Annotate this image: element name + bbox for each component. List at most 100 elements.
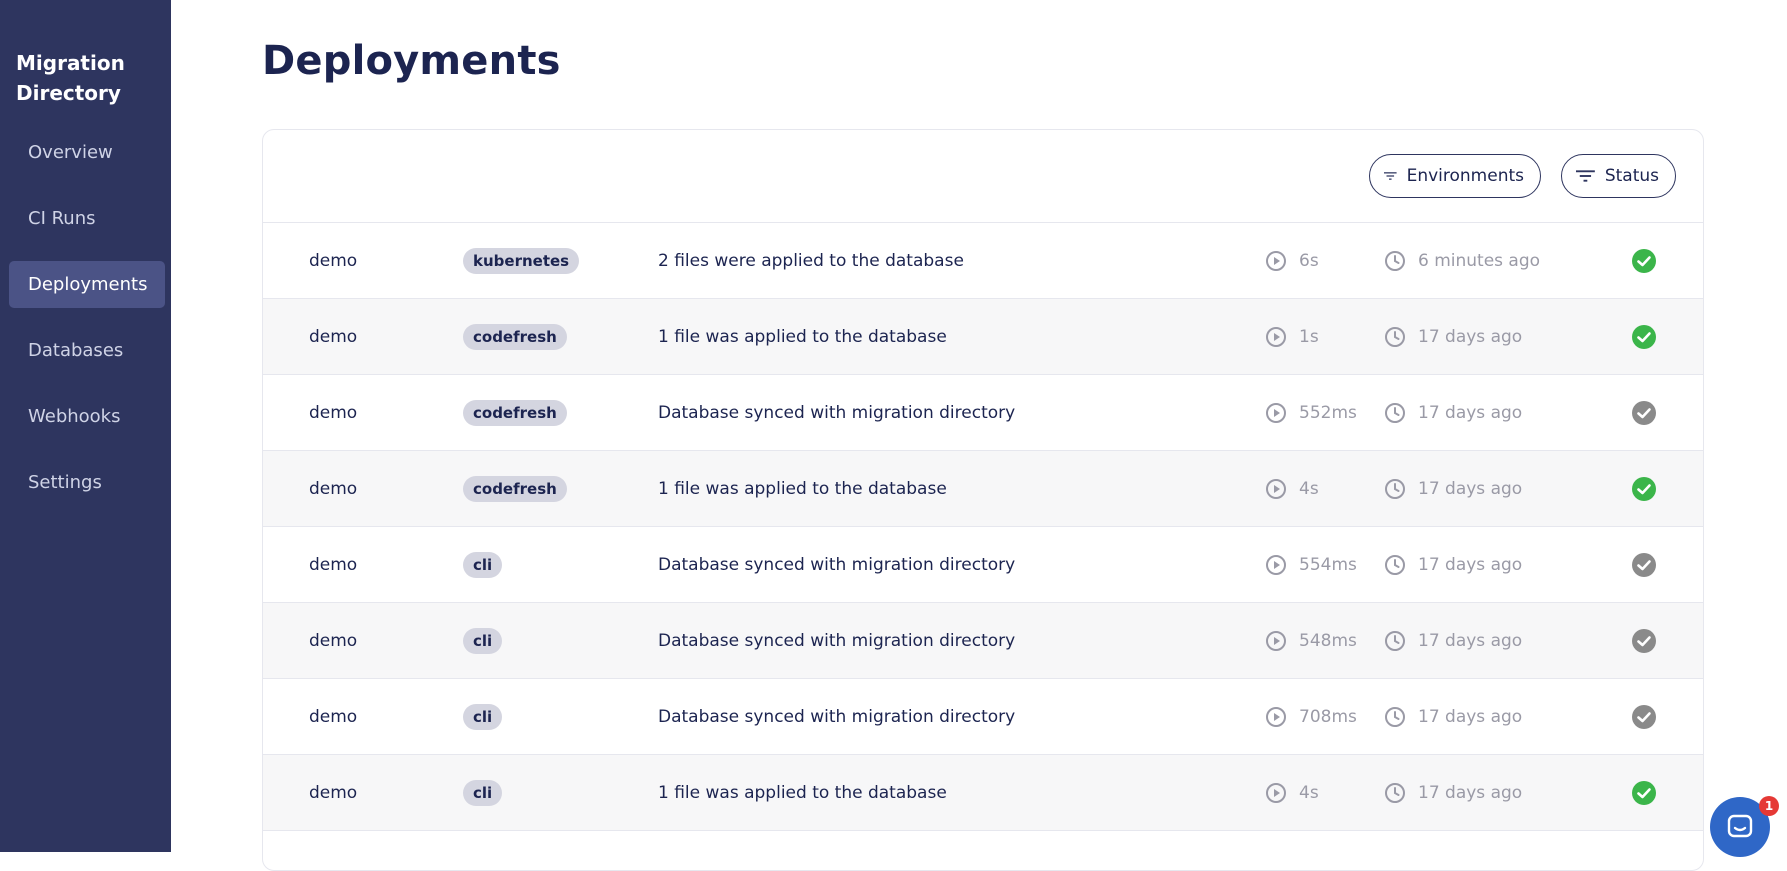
page-title: Deployments [262,38,561,84]
sidebar-item-databases[interactable]: Databases [9,327,165,374]
duration-value: 4s [1299,478,1319,499]
table-row[interactable]: demo cli Database synced with migration di… [263,679,1703,755]
time-value: 17 days ago [1418,782,1523,803]
table-row[interactable]: demo cli 1 file was applied to the databas… [263,755,1703,831]
duration-value: 6s [1299,250,1319,271]
brand-line-2: Directory [16,81,121,105]
play-circle-icon [1266,782,1286,803]
play-circle-icon [1266,402,1286,423]
deployment-description: Database synced with migration directory [658,630,1016,651]
time-cell: 17 days ago [1384,299,1522,374]
clock-icon [1385,782,1405,803]
play-circle-icon [1266,706,1286,727]
deployment-description: Database synced with migration directory [658,706,1016,727]
tag-cell: codefresh [463,299,567,374]
check-circle-icon [1632,248,1656,273]
clock-icon [1385,706,1405,727]
filter-icon [1384,172,1397,180]
duration-value: 4s [1299,782,1319,803]
clock-icon [1385,250,1405,271]
environment-name: demo [309,478,358,499]
clock-icon [1385,402,1405,423]
status-indicator [1631,679,1657,754]
check-circle-icon [1632,628,1656,653]
status-indicator [1631,451,1657,526]
table-row[interactable]: demo cli Database synced with migration di… [263,527,1703,603]
table-toolbar: Environments Status [263,130,1703,223]
sidebar-nav: Overview CI Runs Deployments Databases W… [9,129,165,525]
status-indicator [1631,603,1657,678]
sidebar-item-settings[interactable]: Settings [9,459,165,506]
brand-logo[interactable]: Migration Directory [16,48,166,108]
environment-name: demo [309,706,358,727]
time-value: 17 days ago [1418,326,1523,347]
chat-icon [1727,814,1753,838]
duration-cell: 708ms [1265,679,1357,754]
table-row[interactable]: demo codefresh 1 file was applied to the d… [263,299,1703,375]
check-circle-icon [1632,324,1656,349]
sidebar: Migration Directory Overview CI Runs Dep… [0,0,171,852]
duration-cell: 6s [1265,223,1319,298]
source-tag: cli [463,779,503,806]
deployments-table: Environments Status demo kubernetes 2 file… [262,129,1704,871]
environment-name: demo [309,402,358,423]
deployment-description: 1 file was applied to the database [658,326,947,347]
status-indicator [1631,223,1657,298]
tag-cell: cli [463,755,503,830]
time-cell: 17 days ago [1384,527,1522,602]
time-value: 6 minutes ago [1418,250,1541,271]
environment-name: demo [309,630,358,651]
tag-cell: kubernetes [463,223,580,298]
time-value: 17 days ago [1418,478,1523,499]
duration-cell: 554ms [1265,527,1357,602]
tag-cell: cli [463,527,503,602]
status-indicator [1631,299,1657,374]
sidebar-item-ci-runs[interactable]: CI Runs [9,195,165,242]
source-tag: cli [463,627,503,654]
check-circle-icon [1632,400,1656,425]
chat-notification-badge: 1 [1759,796,1779,816]
time-cell: 17 days ago [1384,679,1522,754]
deployment-description: Database synced with migration directory [658,554,1016,575]
duration-cell: 4s [1265,451,1319,526]
check-circle-icon [1632,780,1656,805]
sidebar-item-webhooks[interactable]: Webhooks [9,393,165,440]
tag-cell: codefresh [463,375,567,450]
status-indicator [1631,527,1657,602]
time-cell: 17 days ago [1384,451,1522,526]
duration-cell: 1s [1265,299,1319,374]
time-value: 17 days ago [1418,554,1523,575]
tag-cell: codefresh [463,451,567,526]
environment-name: demo [309,250,358,271]
table-row[interactable]: demo kubernetes 2 files were applied to th… [263,223,1703,299]
play-circle-icon [1266,250,1286,271]
environment-name: demo [309,554,358,575]
duration-cell: 552ms [1265,375,1357,450]
sidebar-item-deployments[interactable]: Deployments [9,261,165,308]
status-filter-label: Status [1604,166,1659,186]
duration-value: 552ms [1299,402,1357,423]
sidebar-item-overview[interactable]: Overview [9,129,165,176]
source-tag: cli [463,703,503,730]
table-row[interactable]: demo codefresh Database synced with migrat… [263,375,1703,451]
table-row[interactable]: demo codefresh 1 file was applied to the d… [263,451,1703,527]
deployment-description: 2 files were applied to the database [658,250,964,271]
table-body: demo kubernetes 2 files were applied to th… [263,223,1703,831]
check-circle-icon [1632,704,1656,729]
source-tag: cli [463,551,503,578]
duration-value: 548ms [1299,630,1357,651]
duration-value: 1s [1299,326,1319,347]
brand-line-1: Migration [16,51,125,75]
play-circle-icon [1266,326,1286,347]
environments-filter-button[interactable]: Environments [1369,154,1541,198]
deployment-description: 1 file was applied to the database [658,782,947,803]
time-value: 17 days ago [1418,630,1523,651]
time-cell: 17 days ago [1384,603,1522,678]
table-row[interactable]: demo cli Database synced with migration di… [263,603,1703,679]
source-tag: kubernetes [463,247,580,274]
source-tag: codefresh [463,475,567,502]
duration-value: 708ms [1299,706,1357,727]
status-filter-button[interactable]: Status [1561,154,1676,198]
status-indicator [1631,755,1657,830]
status-indicator [1631,375,1657,450]
